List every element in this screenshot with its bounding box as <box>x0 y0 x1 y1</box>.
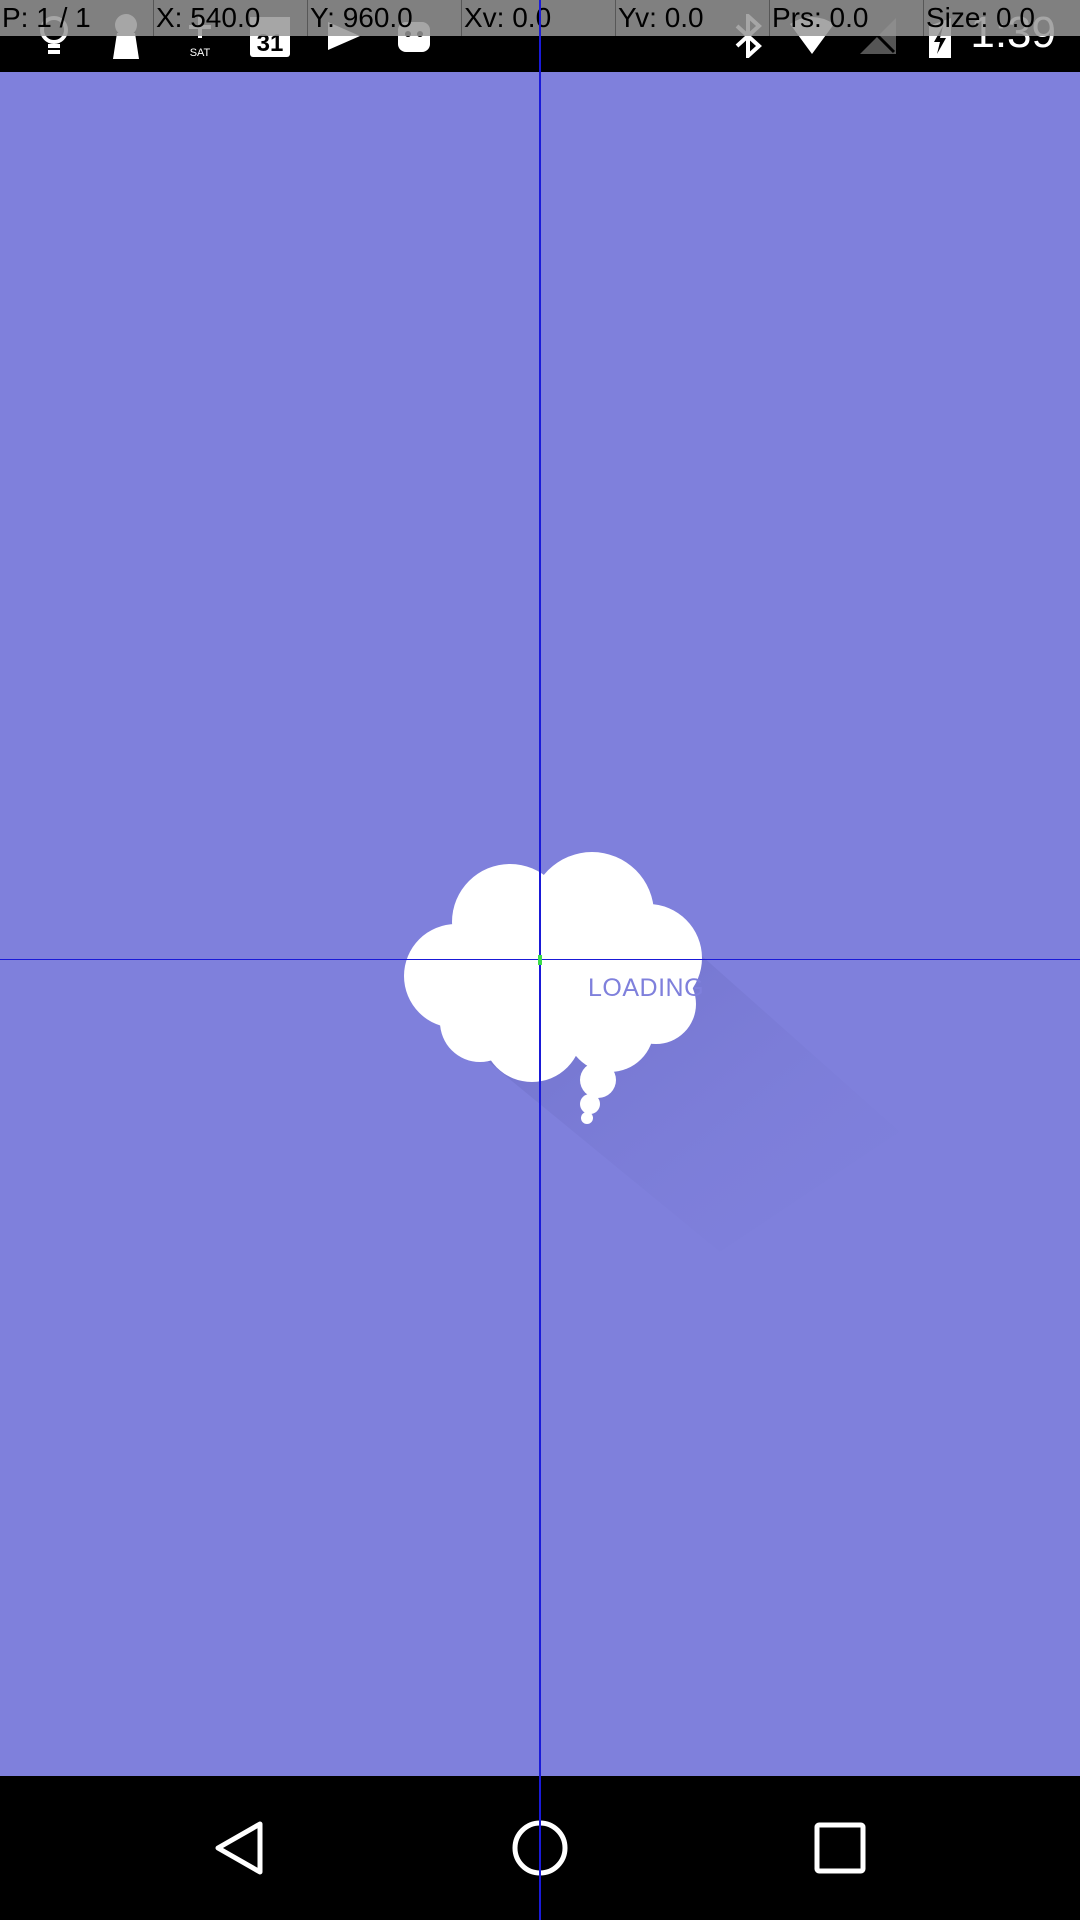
loading-text: LOADING <box>587 974 705 1002</box>
back-icon <box>215 1821 263 1875</box>
pointer-pressure: Prs: 0.0 <box>770 0 924 36</box>
loading-cloud: LOADING <box>380 832 900 1252</box>
pointer-count: P: 1 / 1 <box>0 0 154 36</box>
pointer-y-velocity: Yv: 0.0 <box>616 0 770 36</box>
thought-cloud-icon <box>404 852 900 1252</box>
pointer-touch-point <box>538 955 542 965</box>
back-button[interactable] <box>204 1812 276 1884</box>
device-screen: SAT 31 1:39 P: 1 / 1 X: 540.0 Y: 960.0 X… <box>0 0 1080 1920</box>
recents-button[interactable] <box>804 1812 876 1884</box>
svg-text:SAT: SAT <box>190 47 211 59</box>
pointer-y: Y: 960.0 <box>308 0 462 36</box>
recents-icon <box>814 1822 866 1874</box>
pointer-x: X: 540.0 <box>154 0 308 36</box>
pointer-size: Size: 0.0 <box>926 2 1035 33</box>
